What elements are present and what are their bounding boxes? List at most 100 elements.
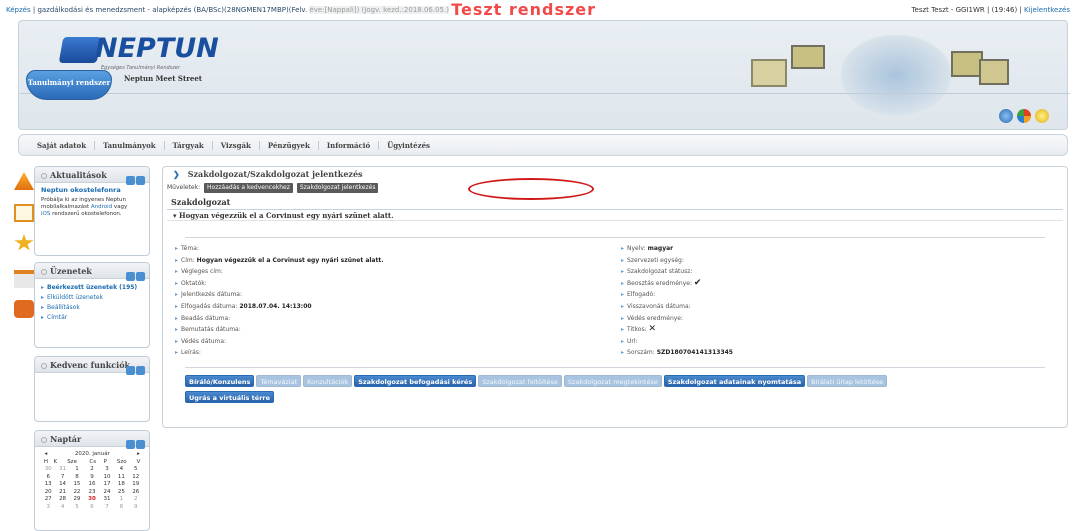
calendar-day-header: Cs xyxy=(89,458,97,465)
widget-close-icon[interactable] xyxy=(136,272,145,281)
field-row: Bemutatás dátuma: xyxy=(175,324,384,336)
widget-minimize-icon[interactable] xyxy=(126,366,135,375)
news-widget: Aktualitások Neptun okostelefonra Próbál… xyxy=(34,166,150,256)
calendar-day[interactable]: 7 xyxy=(55,474,69,482)
action-button[interactable]: Szakdolgozat adatainak nyomtatása xyxy=(663,375,806,387)
favorites-widget: Kedvenc funkciók xyxy=(34,356,150,422)
calendar-day[interactable]: 31 xyxy=(100,496,114,504)
calendar-day[interactable]: 9 xyxy=(84,474,100,482)
thesis-header[interactable]: ▾ Hogyan végezzük el a Corvinust egy nyá… xyxy=(167,209,1063,221)
add-to-favorites-button[interactable]: Hozzáadás a kedvencekhez xyxy=(204,183,293,193)
menu-item-own-data[interactable]: Saját adatok xyxy=(29,140,96,150)
calendar-day[interactable]: 3 xyxy=(100,466,114,474)
theme-icon[interactable] xyxy=(1017,109,1031,123)
ios-link[interactable]: iOS xyxy=(41,211,50,217)
calendar-day[interactable]: 18 xyxy=(114,481,128,489)
menu-item-exams[interactable]: Vizsgák xyxy=(213,140,260,150)
calendar-day[interactable]: 4 xyxy=(55,504,69,512)
calendar-day[interactable]: 25 xyxy=(114,489,128,497)
field-row: Cím: Hogyan végezzük el a Corvinust egy … xyxy=(175,255,383,267)
calendar-day[interactable]: 17 xyxy=(100,481,114,489)
menu-item-finances[interactable]: Pénzügyek xyxy=(260,140,319,150)
calendar-day[interactable]: 6 xyxy=(84,504,100,512)
calendar-day[interactable]: 15 xyxy=(70,481,84,489)
field-row: Téma: xyxy=(175,243,384,255)
thesis-apply-button[interactable]: Szakdolgozat jelentkezés xyxy=(296,183,379,193)
tab-meet-street[interactable]: Neptun Meet Street xyxy=(124,74,202,83)
calendar-day[interactable]: 7 xyxy=(100,504,114,512)
calendar-day[interactable]: 8 xyxy=(114,504,128,512)
calendar-day[interactable]: 20 xyxy=(41,489,55,497)
operations-bar: Műveletek: Hozzáadás a kedvencekhez Szak… xyxy=(167,183,379,193)
action-button[interactable]: Szakdolgozat befogadási kérés xyxy=(354,375,477,387)
calendar-day[interactable]: 31 xyxy=(55,466,69,474)
calendar-day[interactable]: 9 xyxy=(129,504,143,512)
calendar-day[interactable]: 23 xyxy=(84,489,100,497)
widget-minimize-icon[interactable] xyxy=(126,440,135,449)
calendar-day[interactable]: 28 xyxy=(55,496,69,504)
field-row: Leírás: xyxy=(175,347,384,359)
calendar-day[interactable]: 10 xyxy=(100,474,114,482)
calendar-day[interactable]: 13 xyxy=(41,481,55,489)
widget-minimize-icon[interactable] xyxy=(126,272,135,281)
logout-link[interactable]: Kijelentkezés xyxy=(1024,6,1070,14)
calendar-day[interactable]: 22 xyxy=(70,489,84,497)
widget-close-icon[interactable] xyxy=(136,366,145,375)
menu-item-subjects[interactable]: Tárgyak xyxy=(165,140,213,150)
calendar-day-header: V xyxy=(136,458,141,465)
calendar-day[interactable]: 1 xyxy=(114,496,128,504)
android-link[interactable]: Android xyxy=(91,204,112,210)
test-system-label: Teszt rendszer xyxy=(451,0,597,19)
calendar-day[interactable]: 4 xyxy=(114,466,128,474)
calendar-day[interactable]: 6 xyxy=(41,474,55,482)
sent-messages-link[interactable]: Elküldött üzenetek xyxy=(41,293,143,303)
menu-item-information[interactable]: Információ xyxy=(319,140,380,150)
calendar-day[interactable]: 11 xyxy=(114,474,128,482)
directory-link[interactable]: Címtár xyxy=(41,313,143,323)
tab-study-system[interactable]: Tanulmányi rendszer xyxy=(26,70,112,100)
cross-icon: ✕ xyxy=(648,324,657,335)
widget-minimize-icon[interactable] xyxy=(126,176,135,185)
field-label: Oktatók: xyxy=(181,279,207,287)
font-size-icon[interactable] xyxy=(14,172,34,190)
calendar-day[interactable]: 12 xyxy=(129,474,143,482)
calendar-day[interactable]: 2 xyxy=(84,466,100,474)
calendar-prev-button[interactable]: ◂ xyxy=(41,451,51,459)
calendar-day[interactable]: 19 xyxy=(129,481,143,489)
menu-item-administration[interactable]: Ügyintézés xyxy=(379,141,438,150)
calendar-day[interactable]: 2 xyxy=(129,496,143,504)
widget-close-icon[interactable] xyxy=(136,440,145,449)
field-row: Nyelv: magyar xyxy=(621,243,733,255)
calendar-day[interactable]: 21 xyxy=(55,489,69,497)
home-icon[interactable] xyxy=(14,204,34,222)
help-icon[interactable] xyxy=(999,109,1013,123)
calendar-day[interactable]: 5 xyxy=(129,466,143,474)
calendar-day[interactable]: 1 xyxy=(70,466,84,474)
menu-item-studies[interactable]: Tanulmányok xyxy=(95,140,165,150)
field-label: Elfogadás dátuma: xyxy=(181,302,238,310)
smiley-icon[interactable] xyxy=(1035,109,1049,123)
action-button[interactable]: Ugrás a virtuális térre xyxy=(185,391,275,403)
calendar-day[interactable]: 27 xyxy=(41,496,55,504)
main-menu: Saját adatok Tanulmányok Tárgyak Vizsgák… xyxy=(18,134,1068,156)
calendar-icon[interactable] xyxy=(14,270,34,288)
widget-close-icon[interactable] xyxy=(136,176,145,185)
chat-icon[interactable] xyxy=(14,300,34,318)
calendar-day[interactable]: 16 xyxy=(84,481,100,489)
message-settings-link[interactable]: Beállítások xyxy=(41,303,143,313)
calendar-day[interactable]: 26 xyxy=(129,489,143,497)
action-button[interactable]: Bíráló/Konzulens xyxy=(185,375,255,387)
training-link[interactable]: Képzés xyxy=(6,6,31,14)
calendar-day[interactable]: 30 xyxy=(41,466,55,474)
calendar-day[interactable]: 29 xyxy=(70,496,84,504)
calendar-day[interactable]: 5 xyxy=(70,504,84,512)
calendar-day[interactable]: 8 xyxy=(70,474,84,482)
calendar-day[interactable]: 30 xyxy=(84,496,100,504)
favorite-star-icon[interactable] xyxy=(14,234,34,251)
calendar-day[interactable]: 14 xyxy=(55,481,69,489)
calendar-day[interactable]: 24 xyxy=(100,489,114,497)
logo-text: NEPTUN xyxy=(95,33,219,64)
action-button: Szakdolgozat megtekintése xyxy=(563,375,662,387)
header-tabs: Tanulmányi rendszer Neptun Meet Street xyxy=(20,68,1070,100)
calendar-day[interactable]: 3 xyxy=(41,504,55,512)
